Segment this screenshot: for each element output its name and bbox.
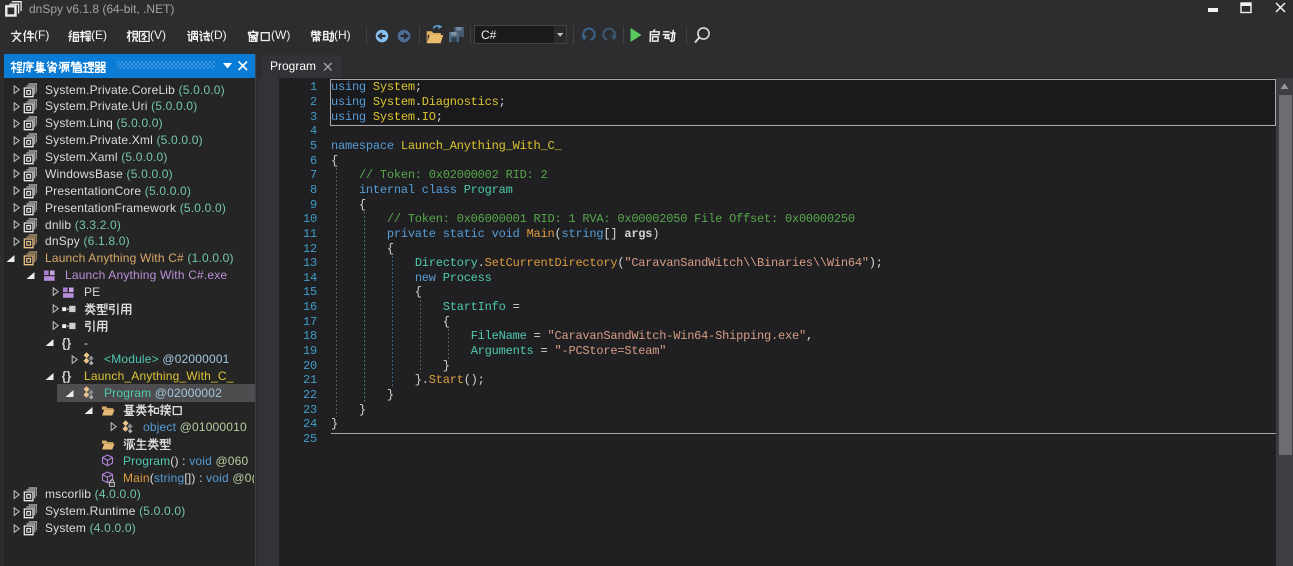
svg-text:{}: {} (62, 370, 71, 384)
svg-text:{}: {} (62, 336, 71, 350)
